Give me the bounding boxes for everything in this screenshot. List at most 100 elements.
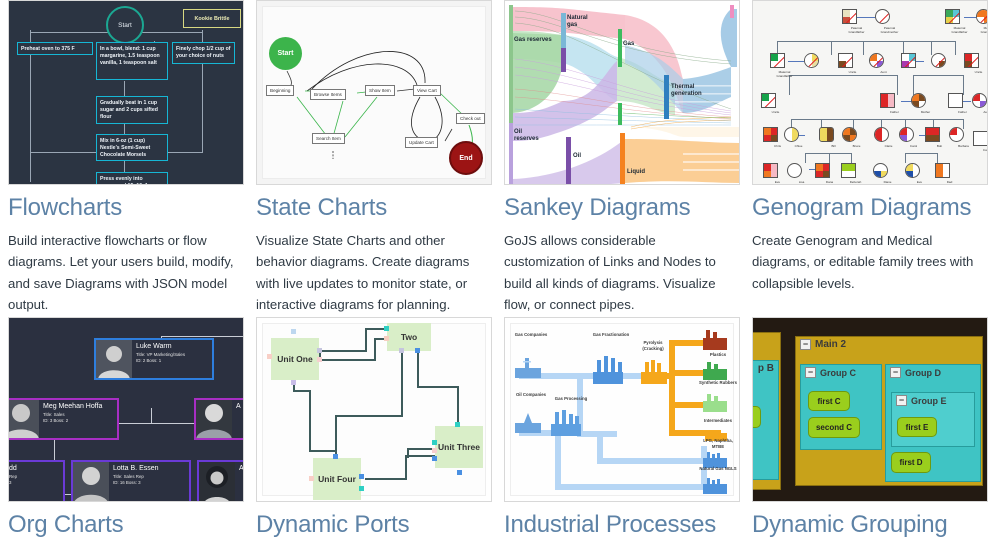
genogram-person-male[interactable] — [935, 163, 950, 178]
genogram-person-female[interactable] — [976, 9, 987, 24]
node-port[interactable] — [317, 348, 322, 353]
statechart-node[interactable]: Beginning — [266, 85, 295, 96]
genogram-person-female[interactable] — [972, 93, 987, 108]
orgchart-node[interactable]: Meg Meehan Hoffa Title: Sales ID: 3 Boss… — [9, 398, 119, 440]
genogram-person-female[interactable] — [949, 127, 964, 142]
genogram-person-male[interactable] — [841, 163, 856, 178]
node-port[interactable] — [399, 348, 404, 353]
collapse-icon[interactable]: − — [805, 367, 816, 378]
group-node[interactable]: first D — [891, 452, 931, 473]
card-title[interactable]: Sankey Diagrams — [504, 190, 740, 220]
statechart-node[interactable]: View Cart — [413, 85, 441, 96]
thumbnail-genogram-diagrams[interactable]: Paternal Grandfather Paternal Grandmothe… — [752, 0, 988, 185]
collapse-icon[interactable]: − — [896, 395, 907, 406]
thumbnail-dynamic-grouping[interactable]: p B − Main 2 − Group C first C second C — [752, 317, 988, 502]
node-port[interactable] — [457, 470, 462, 475]
genogram-person-male[interactable] — [763, 163, 778, 178]
flowchart-node[interactable]: Preheat oven to 375 F — [17, 42, 93, 55]
thumbnail-dynamic-ports[interactable]: Unit One Two Unit Three Unit Four — [256, 317, 492, 502]
node-port[interactable] — [432, 440, 437, 445]
genogram-person-female[interactable] — [787, 163, 802, 178]
node-port[interactable] — [432, 456, 437, 461]
genogram-person-male-selected[interactable] — [819, 127, 834, 142]
sankey-node-bar[interactable] — [664, 75, 669, 119]
genogram-person-female[interactable] — [899, 127, 914, 142]
node-port[interactable] — [384, 326, 389, 331]
node-port[interactable] — [384, 336, 389, 341]
genogram-person-male[interactable] — [842, 9, 857, 24]
ports-node[interactable]: Unit One — [271, 338, 319, 380]
statechart-start-node[interactable]: Start — [269, 37, 302, 70]
flowchart-sticky-note[interactable]: Kookie Brittle — [183, 9, 241, 28]
statechart-node[interactable]: Browse Items — [310, 89, 346, 100]
collapse-icon[interactable]: − — [800, 339, 811, 350]
ports-node[interactable]: Two — [387, 323, 431, 351]
flowchart-node[interactable]: Finely chop 1/2 cup of your choice of nu… — [172, 42, 235, 64]
sankey-node-bar[interactable] — [618, 29, 622, 67]
flowchart-node[interactable]: In a bowl, blend: 1 cup margarine, 1.5 t… — [96, 42, 168, 80]
orgchart-node[interactable]: A — [197, 460, 243, 501]
node-port[interactable] — [317, 357, 322, 362]
node-port[interactable] — [455, 422, 460, 427]
statechart-node[interactable]: Check out — [456, 113, 485, 124]
collapse-icon[interactable]: − — [890, 367, 901, 378]
thumbnail-flowcharts[interactable]: Start Kookie Brittle Preheat oven to 375… — [8, 0, 244, 185]
genogram-person-female[interactable] — [869, 53, 884, 68]
statechart-node[interactable]: Show Item — [365, 85, 395, 96]
sankey-node-bar[interactable] — [566, 137, 571, 184]
node-port[interactable] — [333, 454, 338, 459]
genogram-person-female[interactable] — [911, 93, 926, 108]
node-port[interactable] — [309, 476, 314, 481]
genogram-person-male[interactable] — [763, 127, 778, 142]
sankey-node-bar[interactable] — [618, 103, 622, 125]
genogram-person-female[interactable] — [784, 127, 799, 142]
group-node[interactable]: second C — [808, 417, 860, 438]
orgchart-node[interactable]: dd Rep 3 — [9, 460, 65, 501]
group-node[interactable] — [753, 406, 761, 428]
genogram-person-male[interactable] — [770, 53, 785, 68]
flowchart-node[interactable]: Press evenly into ungreased 15x10x1 — [96, 172, 168, 184]
sankey-node-bar[interactable] — [620, 133, 625, 184]
thumbnail-state-charts[interactable]: Start End Beginning Browse Items Show It… — [256, 0, 492, 185]
orgchart-node[interactable]: Luke Warm Title: VP Marketing/Sales ID: … — [94, 338, 214, 380]
thumbnail-org-charts[interactable]: Luke Warm Title: VP Marketing/Sales ID: … — [8, 317, 244, 502]
genogram-person-male[interactable] — [925, 127, 940, 142]
node-port[interactable] — [267, 354, 272, 359]
genogram-person-female[interactable] — [931, 53, 946, 68]
thumbnail-industrial-processes[interactable]: Gas Companies Gas Fractionation Pyrolysi… — [504, 317, 740, 502]
thumbnail-sankey-diagrams[interactable]: Gas reserves Natural gas Gas Thermal gen… — [504, 0, 740, 185]
genogram-person-female[interactable] — [905, 163, 920, 178]
node-port[interactable] — [291, 329, 296, 334]
genogram-person-male[interactable] — [945, 9, 960, 24]
group-node[interactable]: first C — [808, 391, 850, 411]
node-port[interactable] — [291, 380, 296, 385]
genogram-person-male[interactable] — [964, 53, 979, 68]
ports-node[interactable]: Unit Four — [313, 458, 361, 500]
genogram-person-male[interactable] — [815, 163, 830, 178]
sankey-node-bar[interactable] — [509, 5, 513, 141]
genogram-person-female[interactable] — [873, 163, 888, 178]
genogram-person-male[interactable] — [948, 93, 963, 108]
genogram-person-female[interactable] — [875, 9, 890, 24]
ports-node[interactable]: Unit Three — [435, 426, 483, 468]
node-port[interactable] — [432, 448, 437, 453]
genogram-person-female[interactable] — [804, 53, 819, 68]
node-port[interactable] — [415, 348, 420, 353]
node-port[interactable] — [359, 486, 364, 491]
card-title[interactable]: State Charts — [256, 190, 492, 220]
statechart-end-node[interactable]: End — [449, 141, 483, 175]
genogram-person-male[interactable] — [880, 93, 895, 108]
sankey-node-bar[interactable] — [561, 48, 566, 72]
card-title[interactable]: Flowcharts — [8, 190, 244, 220]
sankey-node-bar[interactable] — [509, 123, 513, 184]
genogram-person-male[interactable] — [761, 93, 776, 108]
flowchart-start-node[interactable]: Start — [106, 6, 144, 44]
node-port[interactable] — [359, 474, 364, 479]
flowchart-node[interactable]: Gradually beat in 1 cup sugar and 2 cups… — [96, 96, 168, 124]
orgchart-node[interactable]: Lotta B. Essen Title: Sales Rep ID: 16 B… — [71, 460, 191, 501]
statechart-node[interactable]: Update Cart — [405, 137, 438, 148]
orgchart-node[interactable]: A — [194, 398, 243, 440]
genogram-person-male[interactable] — [901, 53, 916, 68]
group-node[interactable]: first E — [897, 417, 937, 437]
sankey-node-bar[interactable] — [730, 5, 734, 18]
